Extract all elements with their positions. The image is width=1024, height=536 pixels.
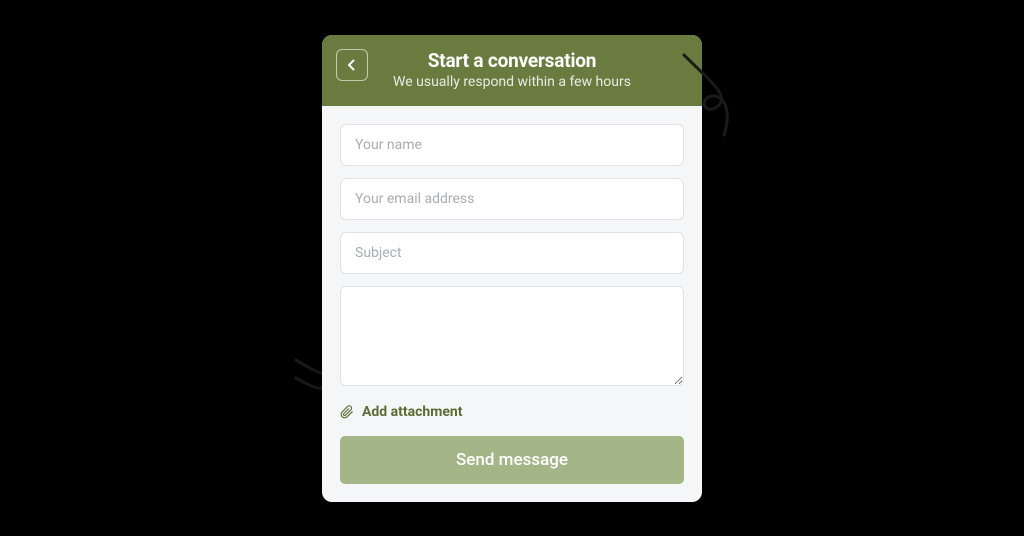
attachment-label: Add attachment	[362, 404, 463, 420]
widget-header: Start a conversation We usually respond …	[322, 35, 702, 106]
email-input[interactable]	[340, 178, 684, 220]
name-input[interactable]	[340, 124, 684, 166]
message-textarea[interactable]	[340, 286, 684, 386]
subject-input[interactable]	[340, 232, 684, 274]
back-button[interactable]	[336, 49, 368, 81]
add-attachment-button[interactable]: Add attachment	[340, 404, 684, 420]
chat-widget: Start a conversation We usually respond …	[322, 35, 702, 502]
header-title: Start a conversation	[338, 49, 686, 72]
widget-body: Add attachment Send message	[322, 106, 702, 502]
decorative-squiggle-right	[679, 50, 759, 140]
header-subtitle: We usually respond within a few hours	[338, 74, 686, 90]
send-message-button[interactable]: Send message	[340, 436, 684, 484]
paperclip-icon	[340, 405, 354, 419]
chevron-left-icon	[348, 59, 356, 71]
